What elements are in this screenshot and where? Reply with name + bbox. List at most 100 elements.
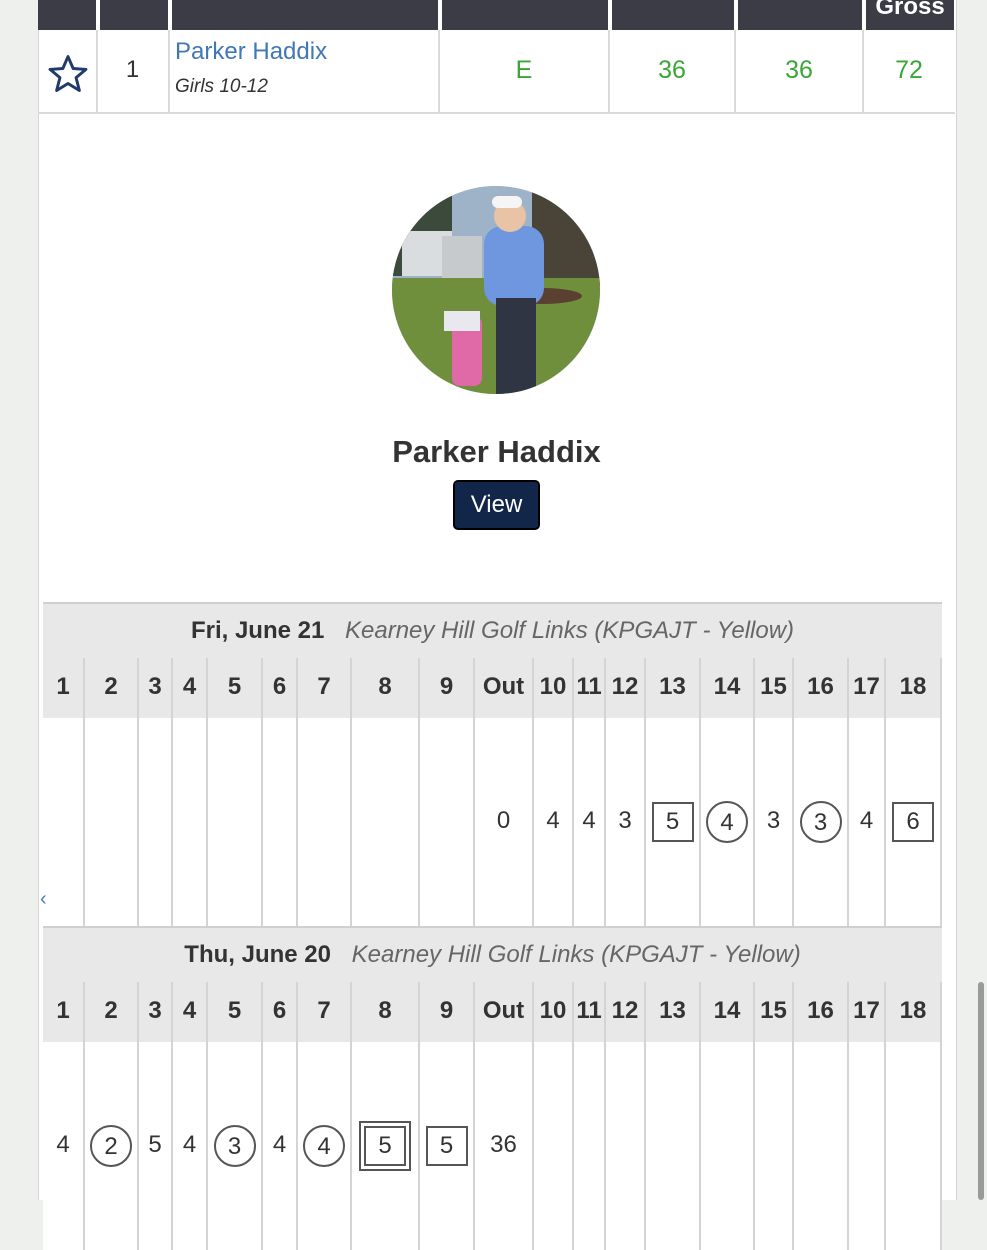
hole-header-14: 14	[701, 982, 755, 1042]
hole-header-11: 11	[574, 982, 606, 1042]
position-value: 1	[125, 56, 140, 83]
score-cell-17	[849, 1042, 886, 1250]
score-cell-9: 5	[420, 1042, 475, 1250]
score-cell-11	[574, 1042, 606, 1250]
score-cell-14: 4	[701, 718, 755, 926]
player-name-link[interactable]: Parker Haddix	[175, 38, 327, 66]
header-cell-pos	[100, 0, 168, 30]
header-cell-gross: Gross	[866, 0, 954, 30]
hole-score: 3	[766, 807, 781, 834]
hole-header-13: 13	[646, 658, 701, 718]
hole-score: 4	[859, 807, 874, 834]
score-cell-4	[173, 718, 208, 926]
hole-header-14: 14	[701, 658, 755, 718]
hole-score: 5	[651, 802, 694, 842]
hole-score: 4	[56, 1131, 70, 1158]
round-date: Thu, June 20	[184, 941, 331, 968]
header-cell-r1	[612, 0, 734, 30]
gross-header-label: Gross	[875, 0, 945, 20]
hole-header-9: 9	[420, 658, 475, 718]
hole-header-18: 18	[886, 982, 942, 1042]
hole-header-2: 2	[85, 982, 139, 1042]
hole-score: 5	[425, 1126, 468, 1166]
leaderboard-header: Gross	[38, 0, 955, 30]
round-course: Kearney Hill Golf Links (KPGAJT - Yellow…	[351, 941, 801, 968]
round-title: Fri, June 21 Kearney Hill Golf Links (KP…	[43, 602, 942, 658]
round-course: Kearney Hill Golf Links (KPGAJT - Yellow…	[345, 617, 795, 644]
favorite-cell[interactable]	[38, 30, 98, 112]
hole-score: 4	[182, 1131, 197, 1158]
score-cell-8: 5	[352, 1042, 420, 1250]
hole-header-out: Out	[475, 982, 534, 1042]
round1-score: 36	[658, 56, 686, 84]
score-cell-1: 4	[43, 1042, 85, 1250]
hole-header-5: 5	[208, 982, 263, 1042]
hole-header-6: 6	[263, 982, 298, 1042]
hole-header-16: 16	[794, 658, 849, 718]
header-cell-player	[172, 0, 438, 30]
score-cell-16: 3	[794, 718, 849, 926]
hole-header-17: 17	[849, 982, 886, 1042]
round-title: Thu, June 20 Kearney Hill Golf Links (KP…	[43, 926, 942, 982]
score-cell-7: 4	[298, 1042, 352, 1250]
hole-header-4: 4	[173, 658, 208, 718]
hole-score: 5	[359, 1121, 411, 1171]
score-cell-7	[298, 718, 352, 926]
scores-row: 0443543346	[43, 718, 942, 926]
hole-header-15: 15	[755, 982, 794, 1042]
score-cell-9	[420, 718, 475, 926]
score-cell-6	[263, 718, 298, 926]
hole-header-10: 10	[534, 658, 574, 718]
score-cell-18	[886, 1042, 942, 1250]
hole-header-7: 7	[298, 658, 352, 718]
hole-score: 3	[618, 807, 632, 834]
hole-header-17: 17	[849, 658, 886, 718]
round2-score: 36	[785, 56, 813, 84]
header-cell-topar	[442, 0, 608, 30]
score-cell-10	[534, 1042, 574, 1250]
view-profile-button[interactable]: View	[453, 480, 540, 530]
player-avatar	[392, 186, 600, 394]
round-scorecard: Fri, June 21 Kearney Hill Golf Links (KP…	[43, 602, 942, 926]
player-photo	[392, 186, 600, 394]
star-icon[interactable]	[46, 52, 90, 96]
score-cell-13: 5	[646, 718, 701, 926]
hole-header-11: 11	[574, 658, 606, 718]
hole-score: 4	[303, 1125, 345, 1167]
hole-score: 36	[490, 1131, 517, 1158]
leaderboard-row[interactable]: 1 Parker Haddix Girls 10-12 E 36 36 72	[38, 30, 955, 114]
hole-header-8: 8	[352, 982, 420, 1042]
hole-score: 0	[496, 807, 511, 834]
score-cell-5	[208, 718, 263, 926]
scroll-left-icon[interactable]: ‹	[40, 888, 47, 911]
to-par-score: E	[515, 56, 533, 84]
hole-header-6: 6	[263, 658, 298, 718]
hole-header-2: 2	[85, 658, 139, 718]
score-cell-2: 2	[85, 1042, 139, 1250]
score-cell-11: 4	[574, 718, 606, 926]
score-cell-14	[701, 1042, 755, 1250]
hole-score: 4	[272, 1131, 287, 1158]
score-cell-3	[139, 718, 173, 926]
score-cell-6: 4	[263, 1042, 298, 1250]
hole-header-4: 4	[173, 982, 208, 1042]
hole-header-5: 5	[208, 658, 263, 718]
hole-header-8: 8	[352, 658, 420, 718]
score-cell-out: 36	[475, 1042, 534, 1250]
hole-header-12: 12	[606, 658, 646, 718]
hole-score: 3	[213, 1125, 256, 1167]
hole-header-18: 18	[886, 658, 942, 718]
hole-score: 6	[892, 802, 934, 842]
holes-row: 1 2 3 4 5 6 7 8 9 Out 10 11 12 13 14 15 16 17 18	[43, 982, 942, 1042]
score-cell-18: 6	[886, 718, 942, 926]
scrollbar[interactable]	[978, 982, 984, 1200]
scores-row: 4 2 5 4 3 4 4 5 5 36	[43, 1042, 942, 1250]
hole-header-1: 1	[43, 982, 85, 1042]
header-cell-r2	[738, 0, 862, 30]
score-cell-12	[606, 1042, 646, 1250]
score-cell-17: 4	[849, 718, 886, 926]
hole-header-10: 10	[534, 982, 574, 1042]
hole-score: 4	[706, 801, 748, 843]
score-cell-12: 3	[606, 718, 646, 926]
round-date: Fri, June 21	[190, 617, 325, 644]
